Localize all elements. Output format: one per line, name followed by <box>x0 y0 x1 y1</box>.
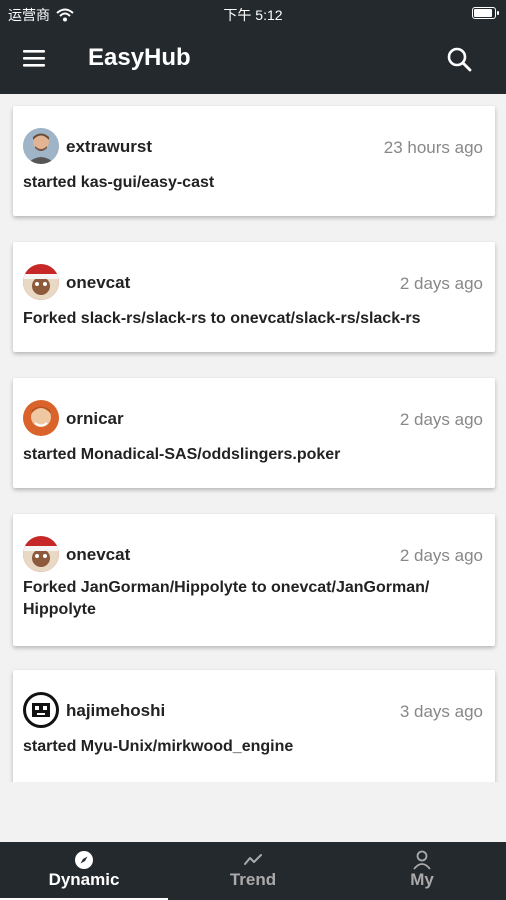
tab-label: My <box>410 870 434 889</box>
user-avatar[interactable] <box>23 692 59 728</box>
feed-card[interactable]: ornicar 2 days ago started Monadical-SAS… <box>13 378 495 488</box>
username[interactable]: onevcat <box>66 273 130 293</box>
hamburger-icon <box>23 50 45 67</box>
avatar-image <box>23 128 59 164</box>
avatar-image <box>23 400 59 436</box>
person-icon <box>413 850 431 870</box>
timestamp: 2 days ago <box>399 410 483 429</box>
search-button[interactable] <box>446 46 472 72</box>
username[interactable]: extrawurst <box>66 137 152 157</box>
timestamp: 2 days ago <box>399 274 483 293</box>
feed-card[interactable]: extrawurst 23 hours ago started kas-gui/… <box>13 106 495 216</box>
avatar-image <box>23 536 59 572</box>
tab-label: Trend <box>229 870 277 889</box>
activity-text[interactable]: started kas-gui/easy-cast <box>23 172 483 194</box>
status-bar: 运营商 下午 5:12 <box>0 0 506 28</box>
activity-text[interactable]: started Monadical-SAS/oddslingers.poker <box>23 444 483 466</box>
trend-icon <box>244 854 262 865</box>
timestamp: 3 days ago <box>399 702 483 721</box>
username[interactable]: onevcat <box>66 545 130 565</box>
bottom-tab-bar: Dynamic Trend My <box>0 842 506 900</box>
page-title: EasyHub <box>88 44 191 71</box>
username[interactable]: ornicar <box>66 409 124 429</box>
user-avatar[interactable] <box>23 400 59 436</box>
timestamp: 2 days ago <box>399 546 483 565</box>
battery-level <box>474 9 492 17</box>
menu-button[interactable] <box>22 48 48 70</box>
avatar-image <box>23 264 59 300</box>
feed-card[interactable]: hajimehoshi 3 days ago started Myu-Unix/… <box>13 670 495 782</box>
search-icon <box>447 47 472 72</box>
user-avatar[interactable] <box>23 128 59 164</box>
activity-text[interactable]: started Myu-Unix/mirkwood_engine <box>23 736 483 758</box>
user-avatar[interactable] <box>23 264 59 300</box>
avatar-image <box>32 703 50 717</box>
activity-text[interactable]: Forked slack-rs/slack-rs to onevcat/slac… <box>23 308 483 330</box>
tab-trend[interactable]: Trend <box>169 842 337 900</box>
feed-card[interactable]: onevcat 2 days ago Forked slack-rs/slack… <box>13 242 495 352</box>
tab-dynamic[interactable]: Dynamic <box>0 842 168 900</box>
username[interactable]: hajimehoshi <box>66 701 165 721</box>
tab-label: Dynamic <box>48 870 120 889</box>
status-time: 下午 5:12 <box>223 7 283 23</box>
app-header: 运营商 下午 5:12 EasyHub <box>0 0 506 94</box>
battery-icon <box>472 7 499 19</box>
user-avatar[interactable] <box>23 536 59 572</box>
activity-feed[interactable]: extrawurst 23 hours ago started kas-gui/… <box>0 94 506 782</box>
timestamp: 23 hours ago <box>383 138 483 157</box>
compass-icon <box>75 851 93 869</box>
navigation-bar: EasyHub <box>0 32 506 88</box>
tab-my[interactable]: My <box>338 842 506 900</box>
activity-text[interactable]: Forked JanGorman/Hippolyte to onevcat/Ja… <box>23 577 483 621</box>
feed-card[interactable]: onevcat 2 days ago Forked JanGorman/Hipp… <box>13 514 495 646</box>
